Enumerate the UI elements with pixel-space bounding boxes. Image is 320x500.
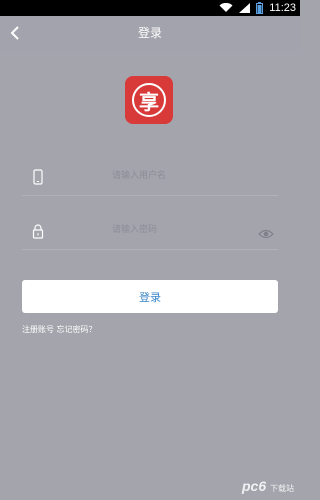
password-input[interactable] [112,222,252,238]
logo-char: 享 [132,83,166,117]
login-button[interactable]: 登录 [22,280,278,313]
password-field [22,210,278,250]
forgot-password-link[interactable]: 忘记密码？ [57,325,97,334]
watermark: pc6 下载站 [242,478,294,494]
wifi-icon [219,3,233,12]
phone-icon [33,169,43,185]
watermark-sub: 下载站 [270,484,294,493]
nav-bar: 登录 [0,16,300,50]
username-input[interactable] [112,168,252,184]
eye-icon[interactable] [258,226,274,242]
status-icons: 11:23 [219,1,296,15]
status-bar: 11:23 [0,0,300,16]
app-logo: 享 [125,76,173,124]
battery-icon [256,2,264,14]
username-divider [22,195,278,196]
lock-icon [32,224,44,239]
status-time: 11:23 [269,2,296,14]
password-divider [22,249,278,250]
page-title: 登录 [137,26,162,40]
register-link[interactable]: 注册账号 [22,325,54,334]
watermark-brand: pc6 [241,478,267,494]
links-row: 注册账号 忘记密码？ [22,324,97,336]
username-field [22,156,278,196]
signal-icon [239,3,251,13]
